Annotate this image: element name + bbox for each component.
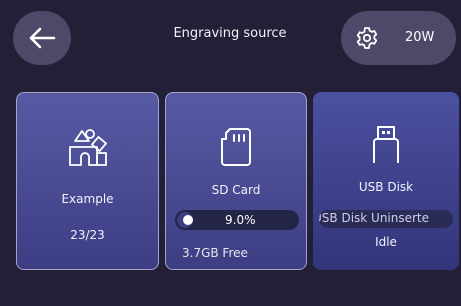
laser-power-value: 20W [405,30,435,45]
example-label: Example [61,192,114,206]
usb-disk-status: USB Disk Uninserte [319,210,453,228]
usb-drive-icon [373,126,399,163]
usb-disk-label: USB Disk [358,180,414,194]
example-source-card[interactable]: Example 23/23 [16,92,159,270]
top-bar: Engraving source 20W [0,0,461,80]
gear-icon [356,27,378,49]
back-button[interactable] [13,11,71,65]
shapes-icon [68,129,107,166]
settings-button[interactable]: 20W [341,11,456,65]
sd-card-icon-wrap [166,127,306,167]
page-title: Engraving source [173,26,287,41]
example-count: 23/23 [70,228,105,242]
sd-card-icon [221,128,251,166]
usb-disk-status-text: USB Disk Uninserte [319,211,430,225]
sd-card-usage-percent: 9.0% [225,213,256,227]
back-arrow-icon [29,27,56,49]
usb-disk-state: Idle [375,235,397,249]
usb-icon-wrap [313,125,459,165]
sd-card-free-space: 3.7GB Free [182,246,248,260]
shapes-icon-wrap [17,127,158,167]
usb-disk-source-card[interactable]: USB Disk USB Disk Uninserte Idle [313,92,459,270]
sd-card-source-card[interactable]: SD Card 9.0% 3.7GB Free [165,92,307,270]
sd-card-usage-bar: 9.0% [175,210,299,230]
sd-card-usage-indicator [183,215,193,225]
sd-card-label: SD Card [211,183,261,197]
